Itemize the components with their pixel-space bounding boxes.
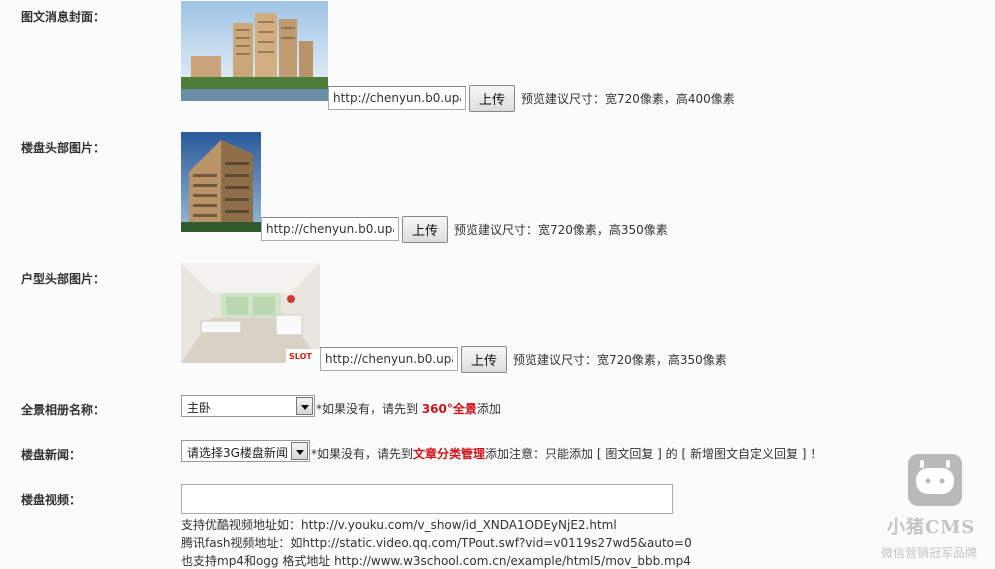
news-label: 楼盘新闻： <box>21 448 82 462</box>
layout-header-size-hint: 预览建议尺寸：宽720像素，高350像素 <box>513 353 727 367</box>
panorama-select[interactable]: 主卧 <box>181 395 315 417</box>
panorama-note-suffix: 添加 <box>476 402 501 416</box>
building-header-label: 楼盘头部图片： <box>21 141 106 155</box>
cover-size-hint: 预览建议尺寸：宽720像素，高400像素 <box>521 92 735 106</box>
news-note-suffix: 添加注意：只能添加 [ 图文回复 ] 的 [ 新增图文自定义回复 ] ！ <box>485 447 823 461</box>
layout-image-badge: SLOT <box>289 352 312 361</box>
watermark-subtitle: 微信营销冠军品牌 <box>881 546 978 560</box>
building-header-upload-button[interactable]: 上传 <box>402 216 448 243</box>
panorama-label: 全景相册名称： <box>21 403 106 417</box>
video-help-youku: 支持优酷视频地址如：http://v.youku.com/v_show/id_X… <box>181 518 617 532</box>
pig-logo-icon <box>908 454 962 506</box>
layout-header-label: 户型头部图片： <box>21 272 106 286</box>
panorama-link[interactable]: 360°全景 <box>422 402 477 416</box>
panorama-note: *如果没有，请先到 360°全景添加 <box>316 400 501 417</box>
layout-header-upload-button[interactable]: 上传 <box>461 346 507 373</box>
video-help-qq: 腾讯fash视频地址：如http://static.video.qq.com/T… <box>181 536 692 550</box>
chevron-down-icon[interactable] <box>296 397 313 415</box>
news-select[interactable]: 请选择3G楼盘新闻 <box>181 440 310 462</box>
layout-header-image: SLOT <box>181 263 320 363</box>
cover-upload-button[interactable]: 上传 <box>469 85 515 112</box>
panorama-select-value: 主卧 <box>187 401 212 415</box>
news-select-value: 请选择3G楼盘新闻 <box>187 446 288 460</box>
cover-image <box>181 1 328 101</box>
watermark-title: 小猪CMS <box>887 517 976 538</box>
video-url-input[interactable] <box>181 484 673 514</box>
cover-label: 图文消息封面： <box>21 10 106 24</box>
chevron-down-icon[interactable] <box>291 442 308 460</box>
building-header-size-hint: 预览建议尺寸：宽720像素，高350像素 <box>454 223 668 237</box>
layout-header-url-input[interactable] <box>320 347 458 371</box>
video-label: 楼盘视频： <box>21 493 82 507</box>
news-link[interactable]: 文章分类管理 <box>413 447 485 461</box>
building-header-image <box>181 132 261 232</box>
cover-url-input[interactable] <box>328 86 466 110</box>
news-note: *如果没有，请先到文章分类管理添加注意：只能添加 [ 图文回复 ] 的 [ 新增… <box>311 445 822 462</box>
news-note-prefix: *如果没有，请先到 <box>311 447 414 461</box>
building-header-url-input[interactable] <box>261 217 399 241</box>
video-help-mp4: 也支持mp4和ogg 格式地址 http://www.w3school.com.… <box>181 554 691 568</box>
panorama-note-prefix: *如果没有，请先到 <box>316 402 422 416</box>
